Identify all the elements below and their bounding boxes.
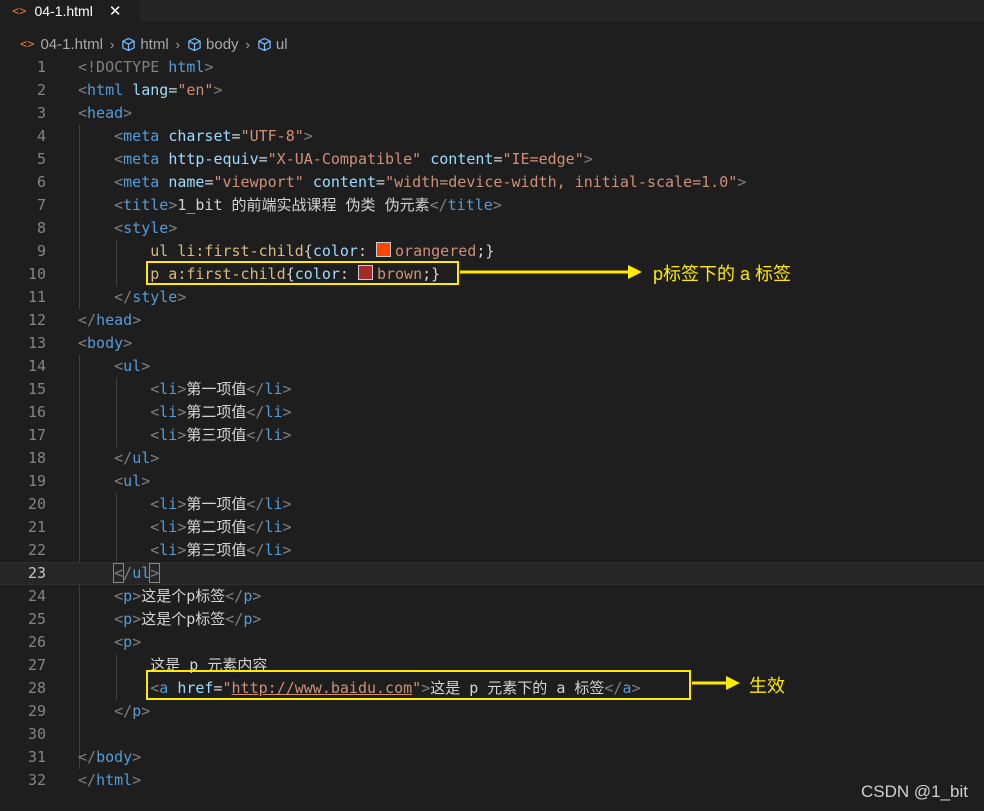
line-number: 15 [27,380,46,398]
breadcrumb-label: html [140,35,169,53]
code-line[interactable]: 25 <p>这是个p标签</p> [0,608,984,631]
highlight-box [146,670,691,700]
line-number: 7 [36,196,46,214]
code-line[interactable]: 32 </html> [0,769,984,792]
code-line[interactable]: 29 </p> [0,700,984,723]
code-line[interactable]: 14 <ul> [0,355,984,378]
tab-04-1-html[interactable]: <> 04-1.html ✕ [0,0,140,22]
line-number: 28 [27,679,46,697]
code-line[interactable]: 16 <li>第二项值</li> [0,401,984,424]
tab-label: 04-1.html [34,3,93,19]
line-number: 30 [27,725,46,743]
code-line[interactable]: 17 <li>第三项值</li> [0,424,984,447]
breadcrumb-body[interactable]: body [187,36,239,53]
code-line[interactable]: 11 </style> [0,286,984,309]
breadcrumb-html[interactable]: html [121,35,169,53]
code-line[interactable]: 21 <li>第二项值</li> [0,516,984,539]
line-number: 31 [27,748,46,766]
tab-bar: <> 04-1.html ✕ [0,0,984,22]
cube-icon [122,37,136,51]
line-number: 29 [27,702,46,720]
code-line[interactable]: 9 ul li:first-child{color: orangered;} [0,240,984,263]
code-line[interactable]: 7 <title>1_bit 的前端实战课程 伪类 伪元素</title> [0,194,984,217]
line-number: 8 [36,219,46,237]
line-number: 12 [27,311,46,329]
code-line[interactable]: 20 <li>第一项值</li> [0,493,984,516]
breadcrumb-label: body [206,35,239,53]
breadcrumb-label: ul [275,35,288,53]
arrow-right-icon [692,676,740,690]
line-number: 25 [27,610,46,628]
annotation-label: p标签下的 a 标签 [653,264,792,284]
line-number: 19 [27,472,46,490]
breadcrumb-separator: › [109,36,115,52]
line-number: 18 [27,449,46,467]
code-line[interactable]: 22 <li>第三项值</li> [0,539,984,562]
cube-icon [188,37,201,51]
line-number: 2 [36,81,46,99]
line-number: 32 [27,771,46,789]
code-line[interactable]: 31 </body> [0,746,984,769]
line-number: 4 [36,127,46,145]
close-icon[interactable]: ✕ [109,2,122,20]
watermark: CSDN @1_bit [860,782,968,801]
code-line[interactable]: 12 </head> [0,309,984,332]
code-line[interactable]: 18 </ul> [0,447,984,470]
line-number: 27 [27,656,46,674]
code-line[interactable]: 3 <head> [0,102,984,125]
line-number: 3 [36,104,46,122]
breadcrumb-separator: › [245,36,250,52]
line-number: 20 [27,495,46,513]
html-file-icon: <> [20,37,35,51]
line-number: 21 [27,518,46,536]
line-number: 24 [27,587,46,605]
breadcrumb-file-label: 04-1.html [40,35,103,53]
code-line[interactable]: 8 <style> [0,217,984,240]
code-line[interactable]: 13 <body> [0,332,984,355]
html-file-icon: <> [12,4,27,18]
line-number: 10 [27,265,46,283]
cube-icon [258,37,271,51]
code-line[interactable]: 6 <meta name="viewport" content="width=d… [0,171,984,194]
breadcrumb-file[interactable]: <> 04-1.html [0,36,103,53]
code-line[interactable]: 4 <meta charset="UTF-8"> [0,125,984,148]
annotation-label: 生效 [749,676,785,696]
code-line[interactable]: 15 <li>第一项值</li> [0,378,984,401]
code-line[interactable]: 1 <!DOCTYPE html> [0,56,984,79]
line-number: 16 [27,403,46,421]
arrow-right-icon [460,265,642,279]
code-line[interactable]: 24 <p>这是个p标签</p> [0,585,984,608]
breadcrumb: <> 04-1.html › html › body › ul [0,33,984,55]
line-number: 17 [27,426,46,444]
code-line[interactable]: 2 <html lang="en"> [0,79,984,102]
breadcrumb-separator: › [175,36,181,52]
code-line[interactable]: 26 <p> [0,631,984,654]
line-number: 23 [27,564,46,582]
code-line[interactable]: 19 <ul> [0,470,984,493]
line-number: 14 [27,357,46,375]
code-line[interactable]: 30 [0,723,984,746]
line-number: 13 [27,334,46,352]
line-number: 22 [27,541,46,559]
code-line[interactable]: 5 <meta http-equiv="X-UA-Compatible" con… [0,148,984,171]
line-number: 26 [27,633,46,651]
line-number: 11 [27,288,46,306]
breadcrumb-ul[interactable]: ul [257,36,288,53]
line-number: 6 [36,173,46,191]
color-swatch[interactable] [376,242,392,257]
line-number: 5 [36,150,46,168]
line-number: 9 [36,242,46,260]
code-line-current[interactable]: 23 </ul> [0,562,984,585]
line-number: 1 [36,58,46,76]
highlight-box [146,261,459,285]
